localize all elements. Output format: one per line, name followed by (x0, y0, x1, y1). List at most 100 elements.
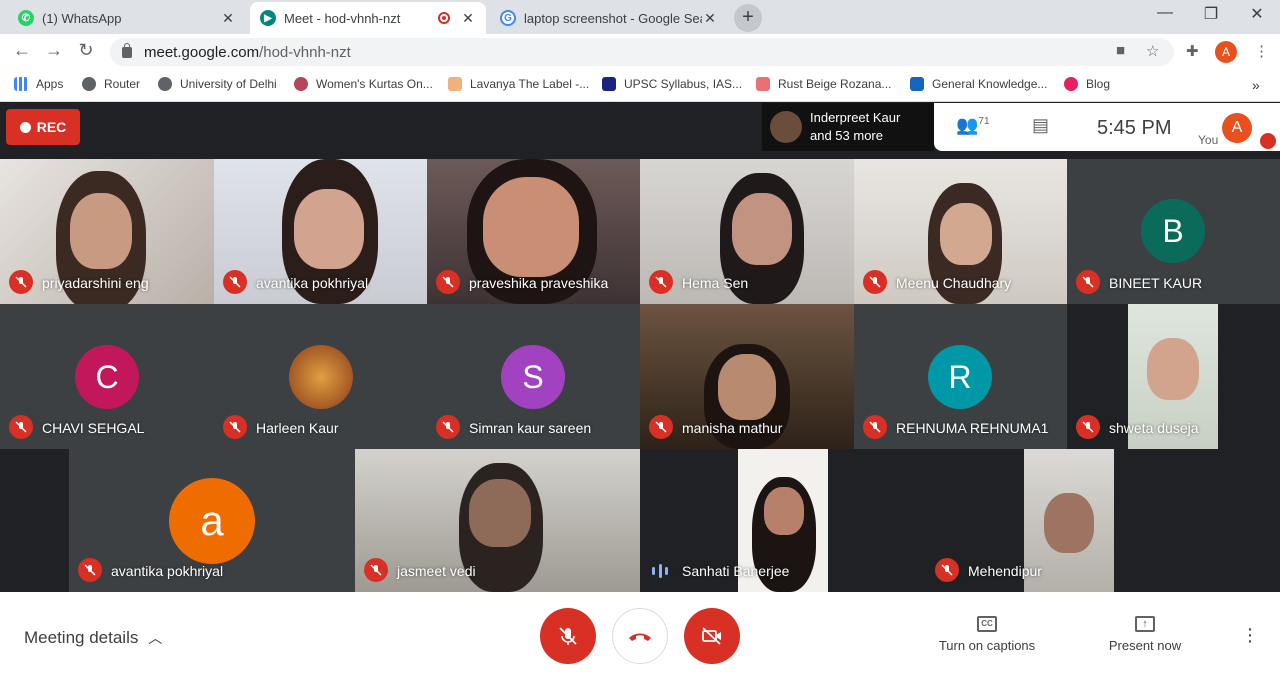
participant-name: avantika pokhriyal (256, 275, 369, 291)
participant-tile[interactable]: S Simran kaur sareen (427, 304, 640, 449)
captions-button[interactable]: CC Turn on captions (930, 616, 1044, 653)
self-avatar[interactable]: A (1222, 113, 1252, 143)
bookmark-label: Rust Beige Rozana... (778, 77, 892, 91)
participant-tile[interactable]: Mehendipur (926, 449, 1212, 592)
more-bookmarks-icon[interactable]: » (1252, 77, 1260, 93)
participant-tile[interactable]: jasmeet vedi (355, 449, 640, 592)
bookmark-lavanya[interactable]: Lavanya The Label -... (448, 77, 589, 91)
participant-tile[interactable]: Harleen Kaur (214, 304, 427, 449)
url-path: /hod-vhnh-nzt (259, 43, 351, 61)
mic-off-icon (863, 415, 887, 439)
camera-toggle-button[interactable] (684, 608, 740, 664)
participant-tile[interactable]: Meenu Chaudhary (854, 159, 1067, 304)
participant-tile[interactable]: R REHNUMA REHNUMA1 (854, 304, 1067, 449)
tab-google-search[interactable]: G laptop screenshot - Google Search ✕ (490, 2, 728, 34)
people-icon: 👥 (956, 115, 979, 135)
bookmark-du[interactable]: University of Delhi (158, 77, 277, 91)
participant-tile[interactable]: praveshika praveshika (427, 159, 640, 304)
reload-icon[interactable]: ↻ (74, 40, 98, 61)
mic-off-icon (649, 415, 673, 439)
participant-name: REHNUMA REHNUMA1 (896, 420, 1049, 436)
mic-off-icon (78, 558, 102, 582)
meet-control-bar: Meeting details ︿ CC Turn on captions ↑ P… (0, 592, 1280, 680)
graduation-cap-icon (602, 77, 616, 91)
mic-off-icon (364, 558, 388, 582)
meet-video-area: priyadarshini eng avantika pokhriyal pra… (0, 103, 1280, 592)
close-tab-icon[interactable]: ✕ (702, 10, 718, 27)
presenter-chip[interactable]: Inderpreet Kaur and 53 more (762, 103, 934, 151)
camera-off-icon (702, 627, 721, 645)
participant-tile[interactable]: avantika pokhriyal (214, 159, 427, 304)
participant-name: BINEET KAUR (1109, 275, 1203, 291)
mic-off-icon (863, 270, 887, 294)
back-icon[interactable]: ← (10, 40, 34, 61)
more-options-icon[interactable]: · · · (1240, 619, 1260, 651)
minimize-icon[interactable]: — (1150, 4, 1180, 22)
participant-name: CHAVI SEHGAL (42, 420, 145, 436)
bookmark-gk[interactable]: General Knowledge... (910, 77, 1047, 91)
present-now-button[interactable]: ↑ Present now (1098, 616, 1192, 653)
close-window-icon[interactable]: ✕ (1242, 4, 1272, 24)
participant-tile[interactable]: shweta duseja (1067, 304, 1280, 449)
you-label: You (1198, 133, 1219, 147)
camera-icon[interactable]: ■ (1116, 42, 1125, 59)
close-tab-icon[interactable]: ✕ (220, 10, 236, 27)
participant-tile[interactable]: Hema Sen (640, 159, 854, 304)
tab-title: (1) WhatsApp (42, 10, 122, 26)
participant-tile[interactable]: B BINEET KAUR (1067, 159, 1280, 304)
participant-name: shweta duseja (1109, 420, 1199, 436)
captions-label: Turn on captions (938, 638, 1036, 653)
bookmark-label: Women's Kurtas On... (316, 77, 433, 91)
bookmark-blog[interactable]: Blog (1064, 77, 1110, 91)
globe-icon (82, 77, 96, 91)
participants-button[interactable]: 👥71 (956, 115, 990, 136)
mic-off-icon (223, 270, 247, 294)
participant-tile[interactable]: a avantika pokhriyal (69, 449, 355, 592)
chat-icon[interactable]: ▤ (1032, 115, 1049, 136)
participant-avatar: S (501, 345, 565, 409)
tab-meet[interactable]: ▶ Meet - hod-vhnh-nzt ✕ (250, 2, 486, 34)
presenter-avatar (770, 111, 802, 143)
tab-whatsapp[interactable]: ✆ (1) WhatsApp ✕ (8, 2, 246, 34)
browser-toolbar: ← → ↻ meet.google.com/hod-vhnh-nzt ■ ☆ ✚… (0, 34, 1280, 70)
book-icon (910, 77, 924, 91)
globe-icon (158, 77, 172, 91)
bookmark-star-icon[interactable]: ☆ (1146, 42, 1159, 60)
meeting-details-button[interactable]: Meeting details ︿ (24, 628, 162, 648)
profile-avatar[interactable]: A (1215, 41, 1237, 63)
bookmark-apps[interactable]: Apps (14, 77, 63, 91)
bookmark-rozana[interactable]: Rust Beige Rozana... (756, 77, 891, 91)
new-tab-button[interactable]: + (734, 4, 762, 32)
leave-call-button[interactable] (612, 608, 668, 664)
participant-name: jasmeet vedi (397, 563, 476, 579)
forward-icon[interactable]: → (42, 40, 66, 61)
self-mic-off-icon (1260, 133, 1276, 149)
participant-tile[interactable]: priyadarshini eng (0, 159, 214, 304)
participant-face (940, 203, 992, 265)
participant-face (294, 189, 364, 269)
microphone-toggle-button[interactable] (540, 608, 596, 664)
bookmark-kurtas[interactable]: Women's Kurtas On... (294, 77, 433, 91)
tab-title: Meet - hod-vhnh-nzt (284, 10, 401, 26)
restore-icon[interactable]: ❐ (1196, 4, 1226, 24)
bookmark-upsc[interactable]: UPSC Syllabus, IAS... (602, 77, 742, 91)
participant-tile[interactable]: C CHAVI SEHGAL (0, 304, 214, 449)
extensions-icon[interactable]: ✚ (1186, 42, 1199, 60)
label-icon (448, 77, 462, 91)
bookmark-label: Apps (36, 77, 64, 91)
participant-face (469, 479, 531, 547)
participant-tile[interactable]: Sanhati Banerjee (640, 449, 926, 592)
mic-off-icon (649, 270, 673, 294)
menu-icon[interactable]: ⋮ (1254, 42, 1269, 60)
participant-name: priyadarshini eng (42, 275, 149, 291)
mic-off-icon (9, 415, 33, 439)
address-bar[interactable]: meet.google.com/hod-vhnh-nzt (110, 38, 1174, 66)
presenter-name: Inderpreet Kaur (810, 110, 901, 125)
bookmark-router[interactable]: Router (82, 77, 140, 91)
participant-tile[interactable]: manisha mathur (640, 304, 854, 449)
mic-off-icon (935, 558, 959, 582)
participant-photo-avatar (289, 345, 353, 409)
participant-face (764, 487, 804, 535)
participant-avatar: R (928, 345, 992, 409)
close-tab-icon[interactable]: ✕ (460, 10, 476, 27)
